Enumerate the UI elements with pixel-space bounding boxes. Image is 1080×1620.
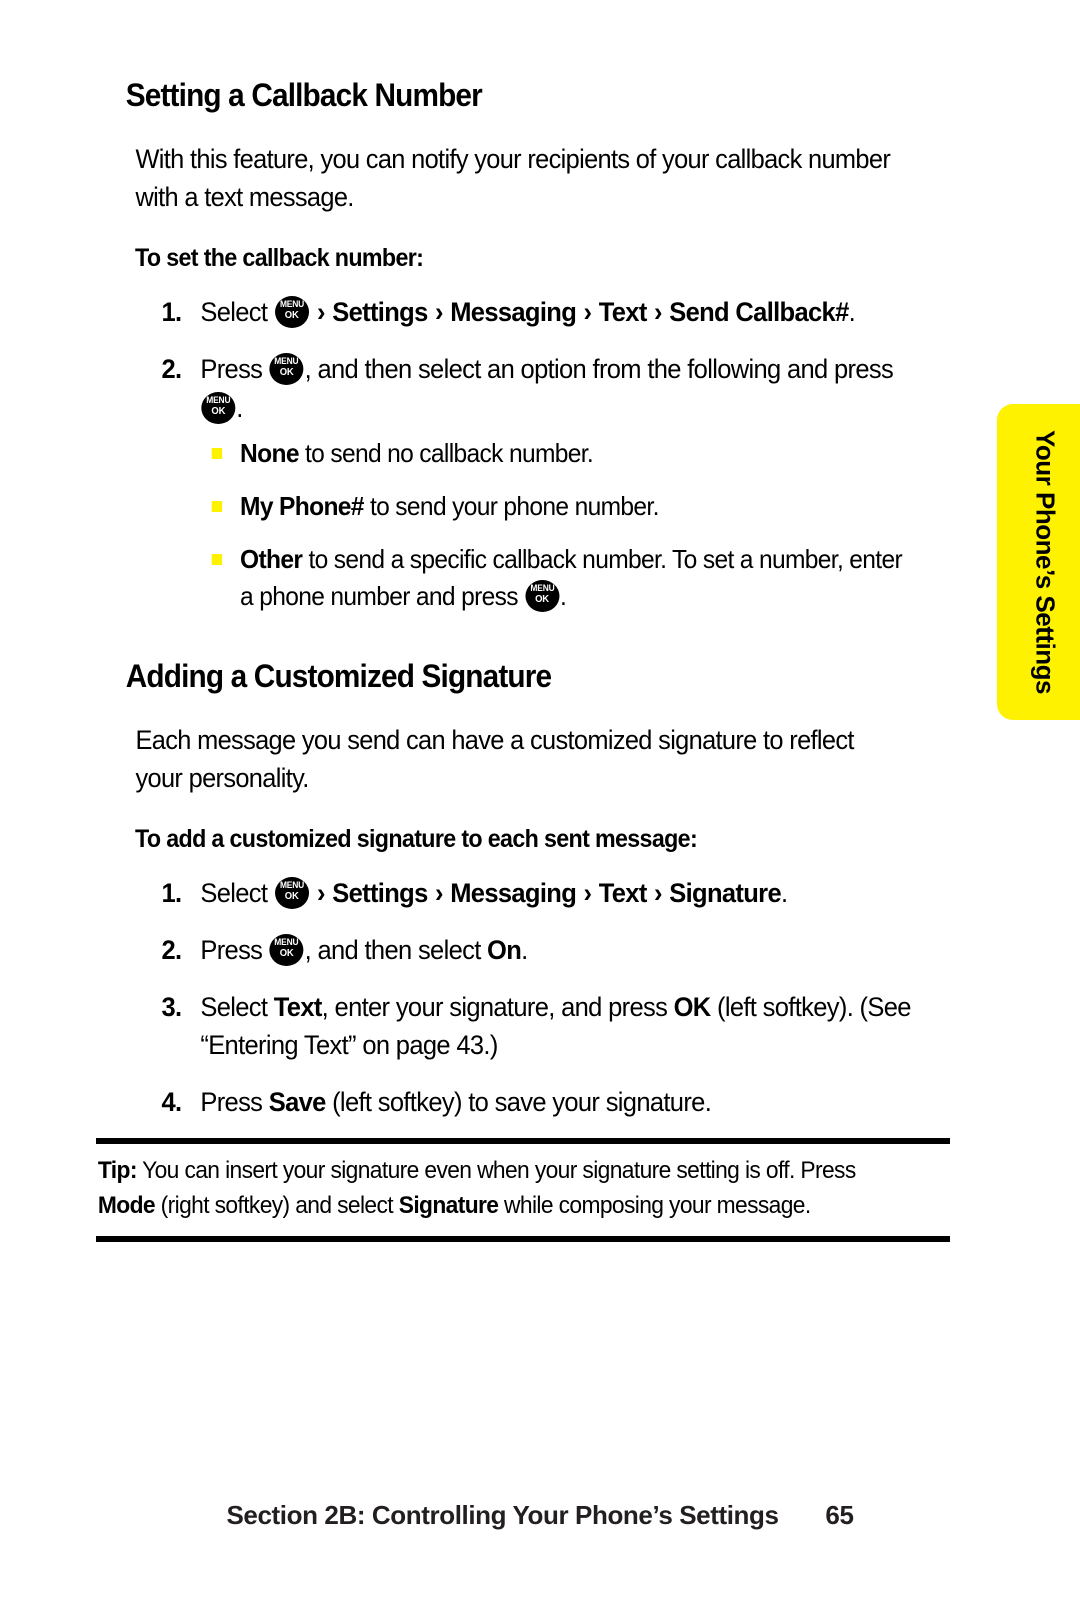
option-bullet-item: None to send no callback number. bbox=[208, 435, 911, 472]
menu-key-top-label: MENU bbox=[206, 394, 231, 406]
step-text: Press Save (left softkey) to save your s… bbox=[200, 1086, 712, 1117]
manual-page: Setting a Callback Number With this feat… bbox=[0, 0, 1080, 1620]
tip-callout: Tip: You can insert your signature even … bbox=[96, 1138, 950, 1242]
emphasis-text: My Phone# bbox=[240, 491, 364, 522]
step-item: 1. Select MENU OK › Settings › Messaging ›… bbox=[138, 874, 911, 913]
menu-ok-key-icon: MENU OK bbox=[524, 580, 559, 613]
emphasis-text: OK bbox=[673, 991, 712, 1022]
step-text: Press MENU OK, and then select an option … bbox=[200, 353, 894, 424]
menu-ok-key-icon: MENU OK bbox=[201, 391, 236, 424]
lead-in-signature: To add a customized signature to each se… bbox=[135, 825, 698, 854]
emphasis-text: Text bbox=[598, 878, 648, 909]
section-heading-signature: Adding a Customized Signature bbox=[125, 657, 552, 694]
chevron-separator-icon: › bbox=[647, 878, 669, 909]
emphasis-text: Messaging bbox=[450, 297, 577, 328]
section-body-signature: Each message you send can have a customi… bbox=[135, 724, 854, 794]
chevron-separator-icon: › bbox=[310, 297, 332, 328]
step-item: 4. Press Save (left softkey) to save your… bbox=[138, 1083, 911, 1122]
section-heading-callback: Setting a Callback Number bbox=[125, 77, 483, 113]
menu-ok-key-icon: MENU OK bbox=[274, 877, 309, 910]
content-column: Setting a Callback Number With this feat… bbox=[96, 77, 956, 1139]
menu-ok-key-icon: MENU OK bbox=[274, 296, 309, 329]
chevron-separator-icon: › bbox=[577, 878, 598, 909]
menu-ok-key-icon: MENU OK bbox=[269, 353, 304, 386]
chevron-separator-icon: › bbox=[428, 297, 450, 328]
tip-rule-bottom bbox=[96, 1235, 950, 1242]
emphasis-text: Send Callback# bbox=[669, 297, 849, 328]
footer-inner: Section 2B: Controlling Your Phone’s Set… bbox=[226, 1500, 853, 1531]
chevron-separator-icon: › bbox=[310, 878, 332, 909]
emphasis-text: Messaging bbox=[450, 878, 577, 909]
step-item: 3. Select Text, enter your signature, and… bbox=[138, 988, 912, 1065]
section-body-callback: With this feature, you can notify your r… bbox=[135, 143, 891, 213]
emphasis-text: Save bbox=[268, 1086, 327, 1117]
menu-key-bottom-label: OK bbox=[279, 367, 294, 379]
step-item: 2. Press MENU OK, and then select an optio… bbox=[138, 350, 911, 615]
side-tab-label: Your Phone’s Settings bbox=[1030, 430, 1060, 694]
tip-text: Tip: You can insert your signature even … bbox=[97, 1157, 856, 1219]
steps-list-signature: 1. Select MENU OK › Settings › Messaging ›… bbox=[96, 874, 956, 1121]
step-text: Select Text, enter your signature, and p… bbox=[200, 991, 911, 1061]
menu-key-top-label: MENU bbox=[274, 937, 299, 949]
step-text: Select MENU OK › Settings › Messaging › T… bbox=[200, 877, 788, 910]
step-number: 2. bbox=[161, 354, 183, 385]
menu-key-bottom-label: OK bbox=[284, 310, 299, 322]
step-text: Select MENU OK › Settings › Messaging › T… bbox=[200, 296, 856, 329]
lead-in-callback: To set the callback number: bbox=[135, 244, 424, 273]
steps-list-callback: 1. Select MENU OK › Settings › Messaging ›… bbox=[96, 293, 956, 614]
step-item: 2. Press MENU OK, and then select On. bbox=[138, 931, 911, 970]
emphasis-text: Other bbox=[240, 544, 303, 575]
chevron-separator-icon: › bbox=[577, 297, 598, 328]
emphasis-text: On bbox=[487, 935, 522, 966]
emphasis-text: Text bbox=[598, 297, 648, 328]
step-number: 1. bbox=[161, 297, 183, 328]
menu-key-bottom-label: OK bbox=[535, 594, 549, 606]
chevron-separator-icon: › bbox=[647, 297, 669, 328]
menu-key-bottom-label: OK bbox=[211, 405, 226, 417]
emphasis-text: Settings bbox=[332, 878, 428, 909]
menu-ok-key-icon: MENU OK bbox=[269, 934, 304, 967]
option-bullet-list: None to send no callback number. My Phone… bbox=[200, 435, 911, 615]
emphasis-text: Text bbox=[273, 991, 323, 1022]
emphasis-text: Signature bbox=[398, 1191, 499, 1219]
footer-section-label: Section 2B: Controlling Your Phone’s Set… bbox=[226, 1500, 779, 1530]
menu-key-bottom-label: OK bbox=[279, 948, 294, 960]
chevron-separator-icon: › bbox=[428, 878, 450, 909]
option-bullet-item: My Phone# to send your phone number. bbox=[208, 488, 911, 525]
page-footer: Section 2B: Controlling Your Phone’s Set… bbox=[0, 1500, 1080, 1531]
step-item: 1. Select MENU OK › Settings › Messaging ›… bbox=[138, 293, 911, 332]
footer-page-number: 65 bbox=[825, 1500, 854, 1530]
emphasis-text: Settings bbox=[332, 297, 428, 328]
emphasis-text: Tip: bbox=[97, 1157, 138, 1184]
menu-key-top-label: MENU bbox=[529, 583, 555, 595]
step-number: 2. bbox=[161, 935, 183, 966]
step-number: 3. bbox=[161, 991, 183, 1022]
side-tab-your-phones-settings: Your Phone’s Settings bbox=[997, 404, 1080, 720]
menu-key-bottom-label: OK bbox=[284, 891, 299, 903]
step-number: 1. bbox=[161, 878, 183, 909]
emphasis-text: Signature bbox=[669, 878, 781, 909]
emphasis-text: Mode bbox=[97, 1191, 156, 1219]
emphasis-text: None bbox=[240, 438, 299, 469]
menu-key-top-label: MENU bbox=[279, 299, 304, 311]
option-bullet-item: Other to send a specific callback number… bbox=[208, 541, 911, 615]
menu-key-top-label: MENU bbox=[279, 880, 304, 892]
step-text: Press MENU OK, and then select On. bbox=[200, 934, 528, 967]
step-number: 4. bbox=[161, 1086, 183, 1117]
menu-key-top-label: MENU bbox=[274, 356, 299, 368]
